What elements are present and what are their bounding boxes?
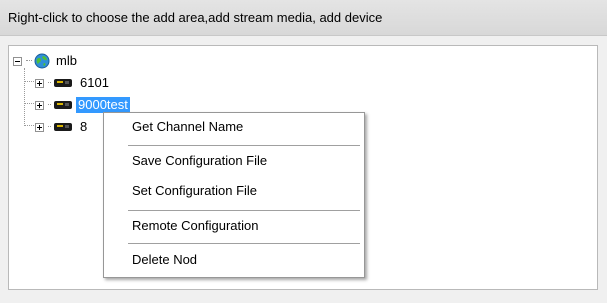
instruction-text: Right-click to choose the add area,add s… xyxy=(8,10,383,25)
menu-separator xyxy=(128,243,360,244)
device-icon xyxy=(54,79,72,87)
collapse-toggle-icon[interactable] xyxy=(13,56,22,66)
tree-connector-line xyxy=(24,81,34,82)
expand-toggle-icon[interactable] xyxy=(35,122,44,132)
tree-connector-line xyxy=(24,68,25,126)
expand-toggle-icon[interactable] xyxy=(35,100,44,110)
menu-item-get-channel-name[interactable]: Get Channel Name xyxy=(106,115,362,139)
tree-node-label: 6101 xyxy=(80,75,109,90)
device-tree-panel: Right-click to choose the add area,add s… xyxy=(0,0,607,303)
tree-node-label-selected: 9000test xyxy=(76,97,130,113)
device-icon xyxy=(54,101,72,109)
tree-connector-line xyxy=(26,60,32,62)
menu-item-delete-nod[interactable]: Delete Nod xyxy=(106,248,362,272)
tree-node-device[interactable]: 6101 xyxy=(35,74,111,92)
menu-item-remote-configuration[interactable]: Remote Configuration xyxy=(106,214,362,238)
menu-separator xyxy=(128,210,360,211)
instruction-header: Right-click to choose the add area,add s… xyxy=(0,0,607,36)
tree-node-device[interactable]: 8 xyxy=(35,118,89,136)
menu-item-set-configuration-file[interactable]: Set Configuration File xyxy=(106,179,362,203)
device-icon xyxy=(54,123,72,131)
tree-node-label: mlb xyxy=(56,53,77,68)
menu-item-save-configuration-file[interactable]: Save Configuration File xyxy=(106,149,362,173)
tree-node-root[interactable]: mlb xyxy=(13,52,79,70)
context-menu: Get Channel Name Save Configuration File… xyxy=(103,112,365,278)
tree-connector-line xyxy=(48,104,51,106)
menu-separator xyxy=(128,145,360,146)
expand-toggle-icon[interactable] xyxy=(35,78,44,88)
globe-icon xyxy=(34,53,50,69)
tree-connector-line xyxy=(48,126,51,128)
tree-connector-line xyxy=(24,103,34,104)
tree-node-label: 8 xyxy=(80,119,88,134)
tree-connector-line xyxy=(48,82,51,84)
tree-connector-line xyxy=(24,125,34,126)
